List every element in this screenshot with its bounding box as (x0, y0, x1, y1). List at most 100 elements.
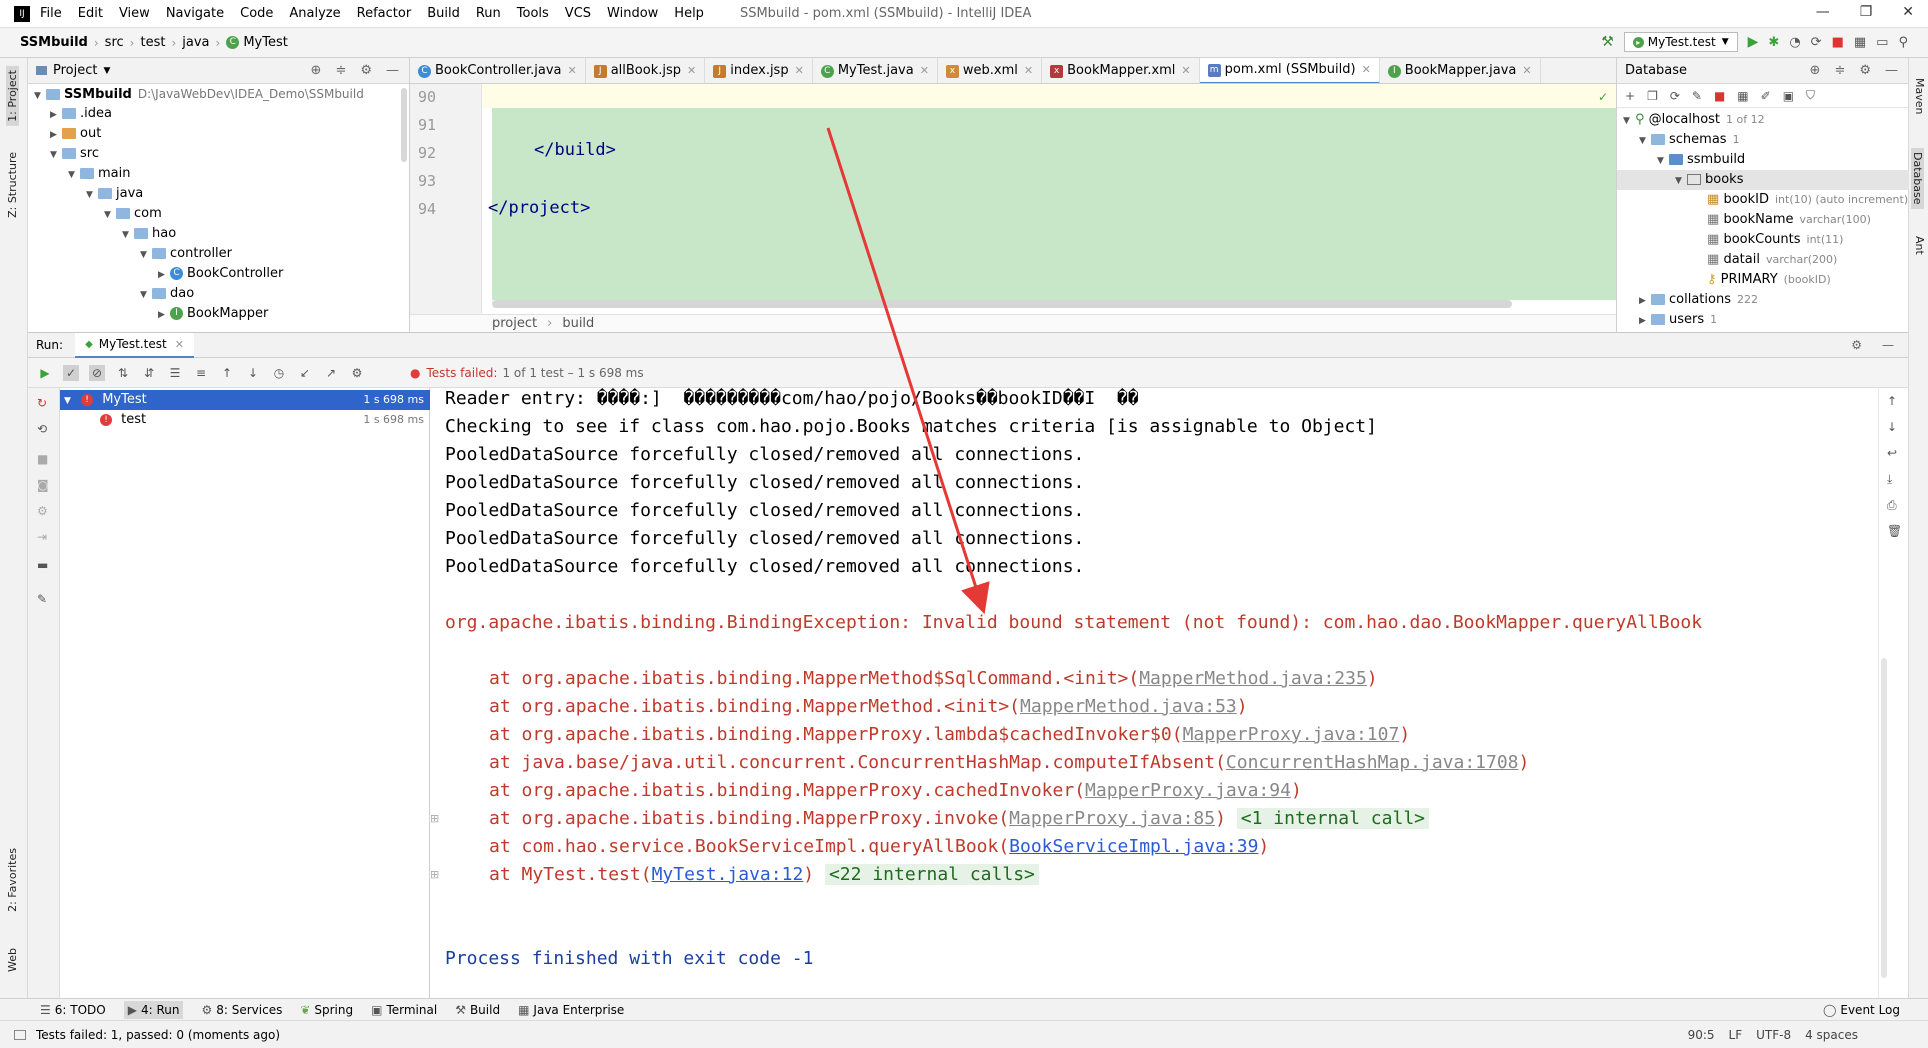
edit-icon[interactable]: ✎ (1692, 89, 1702, 103)
test-suite-row[interactable]: ▼ ! MyTest 1 s 698 ms (60, 390, 430, 410)
db-primary-key[interactable]: ⚷ PRIMARY (bookID) (1707, 270, 1831, 290)
tool-tab-build[interactable]: ⚒ Build (455, 1003, 500, 1017)
menu-help[interactable]: Help (674, 6, 704, 21)
prev-failed-icon[interactable]: ↑ (219, 365, 235, 381)
db-tree-ssmbuild[interactable]: ▼ ssmbuild (1657, 150, 1745, 170)
menu-tools[interactable]: Tools (517, 6, 549, 21)
db-tree-users[interactable]: ▶ users 1 (1639, 310, 1717, 330)
filter-icon[interactable]: ⛉ (1806, 88, 1815, 103)
source-link[interactable]: MapperMethod.java:235 (1139, 668, 1367, 689)
menu-refactor[interactable]: Refactor (357, 6, 412, 21)
project-structure-icon[interactable]: ▦ (1854, 35, 1866, 50)
internal-calls-hint[interactable]: <22 internal calls> (824, 864, 1039, 885)
show-ignored-icon[interactable]: ⊘ (89, 364, 105, 381)
project-scrollbar[interactable] (401, 88, 407, 162)
source-link[interactable]: MapperProxy.java:85 (1009, 808, 1215, 829)
tool-tab-services[interactable]: ⚙ 8: Services (201, 1003, 282, 1017)
pencil-icon[interactable]: ✐ (1761, 89, 1771, 103)
restore-layout-icon[interactable]: ⚙ (37, 504, 48, 518)
tree-item-idea[interactable]: ▶ .idea (50, 104, 112, 124)
menu-file[interactable]: File (40, 6, 62, 21)
db-column[interactable]: ▦ bookCounts int(11) (1707, 230, 1843, 250)
print-icon[interactable]: ⎙ (1887, 498, 1897, 513)
project-tool-tab[interactable]: 1: Project (6, 66, 19, 126)
tab-bookmapper-xml[interactable]: x BookMapper.xml ✕ (1042, 58, 1200, 83)
expand-all-icon[interactable]: ☰ (167, 365, 183, 381)
clear-all-icon[interactable]: 🗑 (1887, 524, 1902, 538)
tree-item-com[interactable]: ▼ com (104, 204, 162, 224)
db-tree-host[interactable]: ▼ ⚲ @localhost 1 of 12 (1623, 110, 1765, 130)
db-column[interactable]: ▦ datail varchar(200) (1707, 250, 1837, 270)
breadcrumb-test[interactable]: test (140, 35, 165, 50)
tree-item-controller[interactable]: ▼ controller (140, 244, 232, 264)
tree-item-dao[interactable]: ▼ dao (140, 284, 194, 304)
menu-window[interactable]: Window (607, 6, 658, 21)
search-icon[interactable]: ⚲ (1898, 35, 1908, 50)
expand-fold-icon[interactable]: ⊞ (430, 868, 439, 881)
hide-icon[interactable]: — (386, 63, 399, 78)
collapse-icon[interactable]: ≑ (1834, 63, 1845, 78)
console-icon[interactable]: ▣ (1783, 89, 1794, 103)
coverage-icon[interactable]: ◔ (1789, 35, 1800, 50)
gear-icon[interactable]: ⚙ (360, 63, 372, 78)
source-link[interactable]: BookServiceImpl.java:39 (1009, 836, 1258, 857)
close-icon[interactable]: ✕ (1902, 4, 1914, 20)
menu-vcs[interactable]: VCS (565, 6, 591, 21)
menu-navigate[interactable]: Navigate (166, 6, 224, 21)
source-link[interactable]: ConcurrentHashMap.java:1708 (1226, 752, 1519, 773)
scroll-down-icon[interactable]: ↓ (1887, 420, 1897, 434)
exit-icon[interactable]: ⇥ (37, 530, 47, 544)
toggle-auto-test-icon[interactable]: ⟲ (37, 422, 47, 436)
project-panel-title[interactable]: Project (53, 63, 97, 78)
soft-wrap-icon[interactable]: ↩ (1887, 446, 1897, 460)
collapse-icon[interactable]: ≑ (335, 63, 346, 78)
tab-pom-xml[interactable]: m pom.xml (SSMbuild) ✕ (1199, 58, 1380, 83)
inspection-ok-icon[interactable]: ✓ (1598, 90, 1608, 104)
test-case-row[interactable]: ! test 1 s 698 ms (60, 410, 430, 430)
refresh-icon[interactable]: ⟳ (1670, 89, 1680, 103)
layout-icon[interactable]: ▬ (37, 558, 48, 572)
scroll-to-end-icon[interactable]: ⤓ (1887, 472, 1892, 487)
horizontal-scrollbar[interactable] (492, 300, 1512, 308)
run-tab[interactable]: ◆ MyTest.test ✕ (75, 332, 194, 358)
menu-edit[interactable]: Edit (78, 6, 103, 21)
status-toggle-icon[interactable] (14, 1029, 26, 1040)
pin-icon[interactable]: ✎ (37, 592, 47, 606)
rerun-icon[interactable]: ▶ (37, 365, 53, 381)
breadcrumb-mytest[interactable]: MyTest (243, 35, 288, 50)
breadcrumb-src[interactable]: src (105, 35, 124, 50)
tree-item-src[interactable]: ▼ src (50, 144, 99, 164)
tab-bookmapper-java[interactable]: I BookMapper.java ✕ (1380, 58, 1541, 83)
tree-item-bookcontroller[interactable]: ▶ C BookController (158, 264, 283, 284)
source-link[interactable]: MapperMethod.java:53 (1020, 696, 1237, 717)
status-message[interactable]: Tests failed: 1, passed: 0 (moments ago) (36, 1028, 280, 1042)
db-column[interactable]: ▦ bookName varchar(100) (1707, 210, 1871, 230)
menu-view[interactable]: View (119, 6, 150, 21)
tab-web-xml[interactable]: x web.xml ✕ (938, 58, 1043, 83)
favorites-tool-tab[interactable]: 2: Favorites (6, 848, 19, 912)
tab-allbook-jsp[interactable]: JallBook.jsp ✕ (586, 58, 706, 83)
tree-item-bookmapper[interactable]: ▶ I BookMapper (158, 304, 268, 324)
tab-bookcontroller[interactable]: C BookController.java ✕ (410, 58, 586, 83)
tool-tab-terminal[interactable]: ▣ Terminal (371, 1003, 437, 1017)
maven-tool-tab[interactable]: Maven (1913, 78, 1926, 114)
hide-icon[interactable]: — (1882, 338, 1894, 352)
next-failed-icon[interactable]: ↓ (245, 365, 261, 381)
gear-icon[interactable]: ⚙ (1851, 338, 1862, 352)
tab-mytest[interactable]: C MyTest.java ✕ (813, 58, 938, 83)
export-tests-icon[interactable]: ↗ (323, 365, 339, 381)
tree-item-hao[interactable]: ▼ hao (122, 224, 176, 244)
event-log-button[interactable]: ◯ Event Log (1823, 1003, 1900, 1017)
profile-icon[interactable]: ⟳ (1811, 35, 1822, 50)
tool-tab-run[interactable]: ▶ 4: Run (123, 1000, 184, 1019)
expand-fold-icon[interactable]: ⊞ (430, 812, 439, 825)
locate-icon[interactable]: ⊕ (1810, 63, 1821, 78)
breadcrumb-java[interactable]: java (182, 35, 209, 50)
line-separator[interactable]: LF (1729, 1028, 1743, 1042)
source-link[interactable]: MapperProxy.java:94 (1085, 780, 1291, 801)
dump-threads-icon[interactable]: ◙ (37, 478, 49, 492)
layout-icon[interactable]: ▭ (1876, 35, 1888, 50)
tool-tab-java-enterprise[interactable]: ▦ Java Enterprise (518, 1003, 624, 1017)
db-tree-books[interactable]: ▼ books (1617, 170, 1909, 190)
chevron-down-icon[interactable]: ▼ (103, 66, 110, 76)
